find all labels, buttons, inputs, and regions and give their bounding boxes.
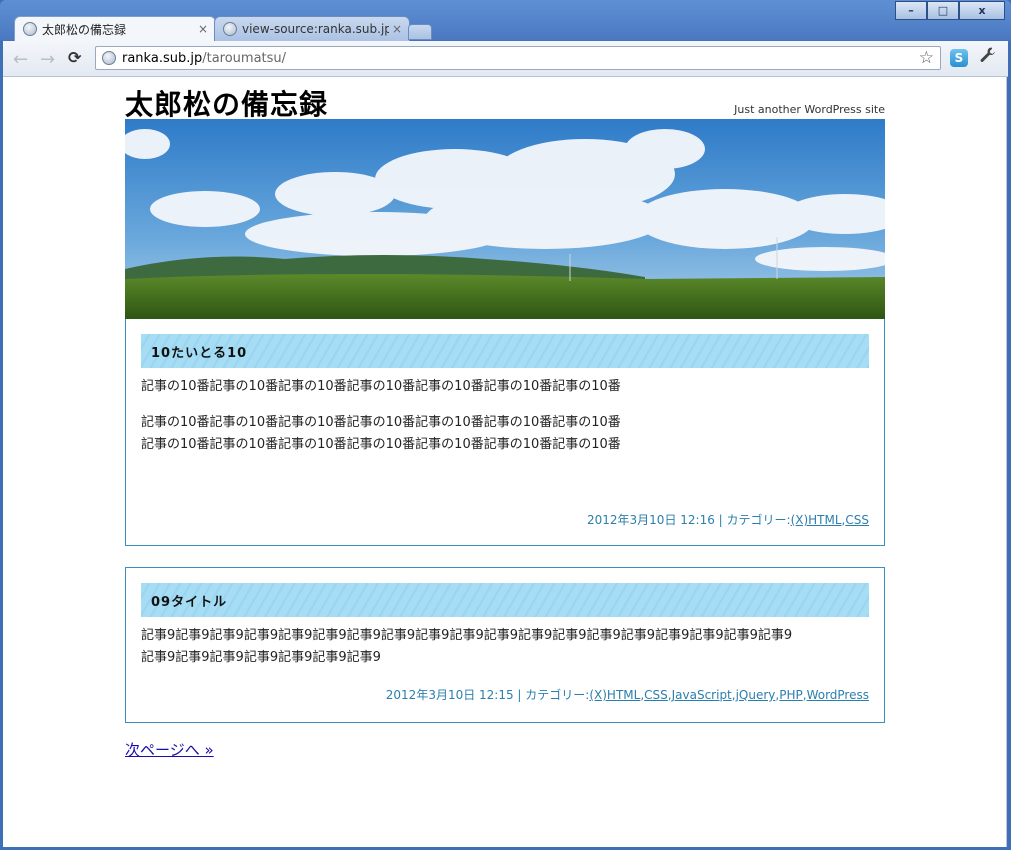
- post-meta: 2012年3月10日 12:15 | カテゴリー:(X)HTML,CSS,Jav…: [385, 688, 869, 702]
- url-host: ranka.sub.jp: [122, 50, 203, 66]
- post-paragraph: 記事の10番記事の10番記事の10番記事の10番記事の10番記事の10番記事の1…: [141, 415, 621, 430]
- post-title[interactable]: 10たいとる10: [141, 334, 869, 368]
- url-path: /taroumatsu/: [202, 50, 287, 66]
- next-page-link[interactable]: 次ページへ »: [125, 739, 214, 760]
- maximize-button[interactable]: □: [927, 1, 959, 20]
- site-title[interactable]: 太郎松の備忘録: [125, 83, 328, 123]
- page-viewport: 太郎松の備忘録 Just another WordPress site 10たい…: [3, 77, 1007, 847]
- category-link[interactable]: PHP: [779, 688, 803, 702]
- close-tab-icon[interactable]: ×: [195, 22, 211, 36]
- address-bar[interactable]: ranka.sub.jp/taroumatsu/ ☆: [95, 46, 941, 70]
- tab-title: 太郎松の備忘録: [42, 22, 127, 37]
- globe-icon: [102, 51, 116, 65]
- post-body: 記事9記事9記事9記事9記事9記事9記事9記事9記事9記事9記事9記事9記事9記…: [141, 625, 869, 669]
- post-meta: 2012年3月10日 12:16 | カテゴリー:(X)HTML,CSS: [587, 513, 869, 527]
- viewport-edge: [1006, 77, 1007, 847]
- tab-active[interactable]: 太郎松の備忘録 ×: [14, 16, 216, 41]
- post-body: 記事の10番記事の10番記事の10番記事の10番記事の10番記事の10番記事の1…: [141, 376, 869, 398]
- post-paragraph: 記事9記事9記事9記事9記事9記事9記事9: [141, 650, 381, 665]
- post-body: 記事の10番記事の10番記事の10番記事の10番記事の10番記事の10番記事の1…: [141, 412, 869, 456]
- post-09: 09タイトル 記事9記事9記事9記事9記事9記事9記事9記事9記事9記事9記事9…: [125, 567, 885, 723]
- tab-view-source[interactable]: view-source:ranka.sub.jp/tar ×: [214, 16, 410, 41]
- new-tab-button[interactable]: [408, 24, 432, 40]
- post-paragraph: 記事9記事9記事9記事9記事9記事9記事9記事9記事9記事9記事9記事9記事9記…: [141, 628, 793, 643]
- category-link[interactable]: JavaScript: [672, 688, 732, 702]
- forward-arrow-icon[interactable]: →: [40, 49, 55, 70]
- reload-icon[interactable]: ⟳: [68, 48, 81, 67]
- tab-title: view-source:ranka.sub.jp/tar: [242, 22, 389, 36]
- category-link[interactable]: WordPress: [807, 688, 869, 702]
- globe-icon: [223, 22, 237, 36]
- window-controls: – □ x: [895, 1, 1005, 20]
- category-link[interactable]: CSS: [845, 513, 869, 527]
- minimize-button[interactable]: –: [895, 1, 927, 20]
- bookmark-star-icon[interactable]: ☆: [919, 48, 934, 68]
- post-paragraph: 記事の10番記事の10番記事の10番記事の10番記事の10番記事の10番記事の1…: [141, 379, 621, 394]
- close-tab-icon[interactable]: ×: [389, 22, 405, 36]
- category-link[interactable]: CSS: [644, 688, 668, 702]
- browser-window: – □ x 太郎松の備忘録 × view-source:ranka.sub.jp…: [0, 0, 1011, 850]
- post-date: 2012年3月10日 12:16 | カテゴリー:: [587, 513, 791, 527]
- wrench-menu-icon[interactable]: [979, 46, 997, 69]
- post-10: 10たいとる10 記事の10番記事の10番記事の10番記事の10番記事の10番記…: [125, 319, 885, 546]
- category-link[interactable]: (X)HTML: [589, 688, 640, 702]
- header-image: [125, 119, 885, 319]
- category-link[interactable]: (X)HTML: [791, 513, 842, 527]
- category-link[interactable]: jQuery: [736, 688, 776, 702]
- post-paragraph: 記事の10番記事の10番記事の10番記事の10番記事の10番記事の10番記事の1…: [141, 437, 621, 452]
- post-date: 2012年3月10日 12:15 | カテゴリー:: [385, 688, 590, 702]
- globe-icon: [23, 22, 37, 36]
- site-description: Just another WordPress site: [734, 103, 885, 116]
- back-arrow-icon[interactable]: ←: [13, 49, 28, 70]
- post-title[interactable]: 09タイトル: [141, 583, 869, 617]
- skype-extension-icon[interactable]: S: [950, 49, 968, 67]
- close-window-button[interactable]: x: [959, 1, 1005, 20]
- browser-toolbar: ← → ⟳ ranka.sub.jp/taroumatsu/ ☆ S: [3, 41, 1008, 77]
